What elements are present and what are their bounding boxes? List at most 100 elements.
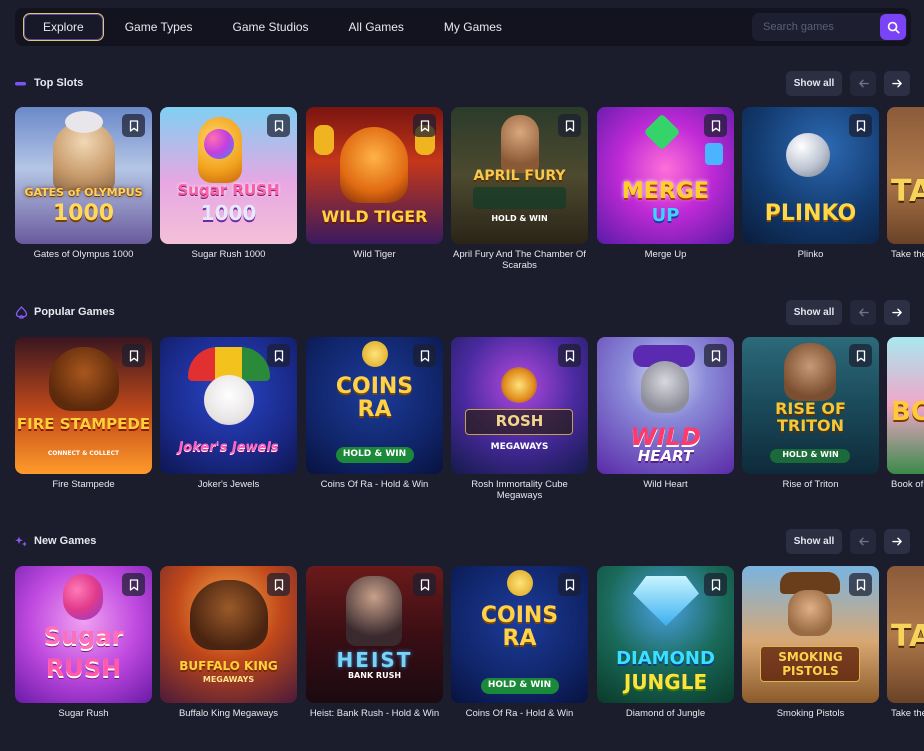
game-thumbnail[interactable]: APRIL FURY HOLD & WIN [451,107,588,244]
game-card[interactable]: GATES of OLYMPUS Sugar RUSH 1000 Sugar R… [160,107,297,260]
game-thumbnail[interactable]: TAKE [887,566,924,703]
game-logo-sub: JUNGLE [623,670,708,694]
bookmark-icon [711,349,720,362]
bookmark-button[interactable] [849,573,872,596]
bookmark-icon [129,578,138,591]
game-thumbnail[interactable]: GATES of OLYMPUS Sugar RUSH 1000 [160,107,297,244]
game-card[interactable]: SMOKING PISTOLS Smoking Pistols [742,566,879,719]
tab-my-games[interactable]: My Games [425,13,521,41]
game-thumbnail[interactable]: GATES of OLYMPUS 1000 [15,107,152,244]
game-thumbnail[interactable]: PLINKO [742,107,879,244]
game-thumbnail[interactable]: FIRE STAMPEDE CONNECT & COLLECT [15,337,152,474]
game-card[interactable]: FIRE STAMPEDE CONNECT & COLLECT Fire Sta… [15,337,152,490]
bookmark-button[interactable] [558,344,581,367]
section-new-games: New Games Show all Sugar RUSH Sugar Rush… [0,528,924,751]
arrow-left-icon [858,308,869,317]
game-thumbnail[interactable]: WILD TIGER [306,107,443,244]
game-thumbnail[interactable]: Sugar RUSH [15,566,152,703]
tab-all-games[interactable]: All Games [330,13,423,41]
game-logo-sub: HOLD & WIN [342,449,407,459]
game-card[interactable]: Sugar RUSH Sugar Rush [15,566,152,719]
game-logo-sub: CONNECT & COLLECT [47,450,120,457]
arrow-left-icon [858,537,869,546]
game-card[interactable]: COINS RA HOLD & WIN Coins Of Ra - Hold &… [306,337,443,490]
game-card[interactable]: WILD HEART Wild Heart [597,337,734,490]
bookmark-button[interactable] [704,344,727,367]
game-name: Rise of Triton [782,479,839,490]
bookmark-button[interactable] [122,344,145,367]
game-logo-sub: BANK RUSH [347,671,402,680]
bookmark-icon [129,119,138,132]
game-name: Wild Heart [643,479,688,490]
prev-button[interactable] [850,529,876,554]
bookmark-button[interactable] [413,344,436,367]
game-thumbnail[interactable]: SMOKING PISTOLS [742,566,879,703]
game-card[interactable]: BUFFALO KING MEGAWAYS Buffalo King Megaw… [160,566,297,719]
bookmark-button[interactable] [122,573,145,596]
bookmark-button[interactable] [267,114,290,137]
next-button[interactable] [884,529,910,554]
game-card[interactable]: DIAMOND JUNGLE Diamond of Jungle [597,566,734,719]
game-thumbnail[interactable]: WILD HEART [597,337,734,474]
bookmark-button[interactable] [413,114,436,137]
game-card[interactable]: RISE OF TRITON HOLD & WIN Rise of Triton [742,337,879,490]
section-header: Top Slots Show all [0,70,924,98]
game-thumbnail[interactable]: ROSH MEGAWAYS [451,337,588,474]
game-card[interactable]: MERGE UP Merge Up [597,107,734,260]
game-thumbnail[interactable]: MERGE UP [597,107,734,244]
game-card[interactable]: TAKE Take the Bank [887,566,924,719]
game-card[interactable]: BO Book of Bamboo [887,337,924,490]
game-card[interactable]: GATES of OLYMPUS 1000 Gates of Olympus 1… [15,107,152,260]
show-all-button[interactable]: Show all [786,71,842,96]
game-card[interactable]: PLINKO Plinko [742,107,879,260]
bookmark-button[interactable] [704,573,727,596]
game-logo: GATES of OLYMPUS [24,186,143,199]
game-name: Joker's Jewels [197,479,260,490]
bookmark-icon [129,349,138,362]
bookmark-button[interactable] [849,344,872,367]
game-card[interactable]: APRIL FURY HOLD & WIN April Fury And The… [451,107,588,271]
game-thumbnail[interactable]: RISE OF TRITON HOLD & WIN [742,337,879,474]
game-card[interactable]: ROSH MEGAWAYS Rosh Immortality Cube Mega… [451,337,588,501]
next-button[interactable] [884,300,910,325]
bookmark-button[interactable] [413,573,436,596]
bookmark-button[interactable] [122,114,145,137]
bookmark-button[interactable] [849,114,872,137]
game-card[interactable]: HEIST BANK RUSH Heist: Bank Rush - Hold … [306,566,443,719]
search-button[interactable] [880,14,906,40]
section-header: New Games Show all [0,528,924,556]
game-thumbnail[interactable]: COINS RA HOLD & WIN [306,337,443,474]
show-all-button[interactable]: Show all [786,529,842,554]
game-name: Gates of Olympus 1000 [33,249,134,260]
game-logo: COINS RA [335,374,414,423]
bookmark-button[interactable] [267,573,290,596]
bookmark-button[interactable] [558,114,581,137]
game-thumbnail[interactable]: DIAMOND JUNGLE [597,566,734,703]
game-thumbnail[interactable]: BO [887,337,924,474]
bookmark-icon [856,349,865,362]
game-logo: DIAMOND [616,648,715,669]
game-thumbnail[interactable]: HEIST BANK RUSH [306,566,443,703]
game-thumbnail[interactable]: TAKE [887,107,924,244]
game-logo-sub: MEGAWAYS [202,675,255,684]
section-title: New Games [34,535,97,547]
game-card[interactable]: COINS RA HOLD & WIN Coins Of Ra - Hold &… [451,566,588,719]
game-thumbnail[interactable]: Joker's Jewels [160,337,297,474]
game-card[interactable]: TAKE Take the Bank [887,107,924,260]
bookmark-button[interactable] [267,344,290,367]
game-thumbnail[interactable]: BUFFALO KING MEGAWAYS [160,566,297,703]
tab-game-studios[interactable]: Game Studios [214,13,328,41]
prev-button[interactable] [850,300,876,325]
prev-button[interactable] [850,71,876,96]
show-all-button[interactable]: Show all [786,300,842,325]
game-card[interactable]: Joker's Jewels Joker's Jewels [160,337,297,490]
next-button[interactable] [884,71,910,96]
bookmark-button[interactable] [704,114,727,137]
game-thumbnail[interactable]: COINS RA HOLD & WIN [451,566,588,703]
bookmark-button[interactable] [558,573,581,596]
tab-game-types[interactable]: Game Types [106,13,212,41]
game-card[interactable]: WILD TIGER Wild Tiger [306,107,443,260]
tab-explore[interactable]: Explore [23,13,104,41]
bookmark-icon [420,578,429,591]
search-input[interactable] [763,21,880,33]
